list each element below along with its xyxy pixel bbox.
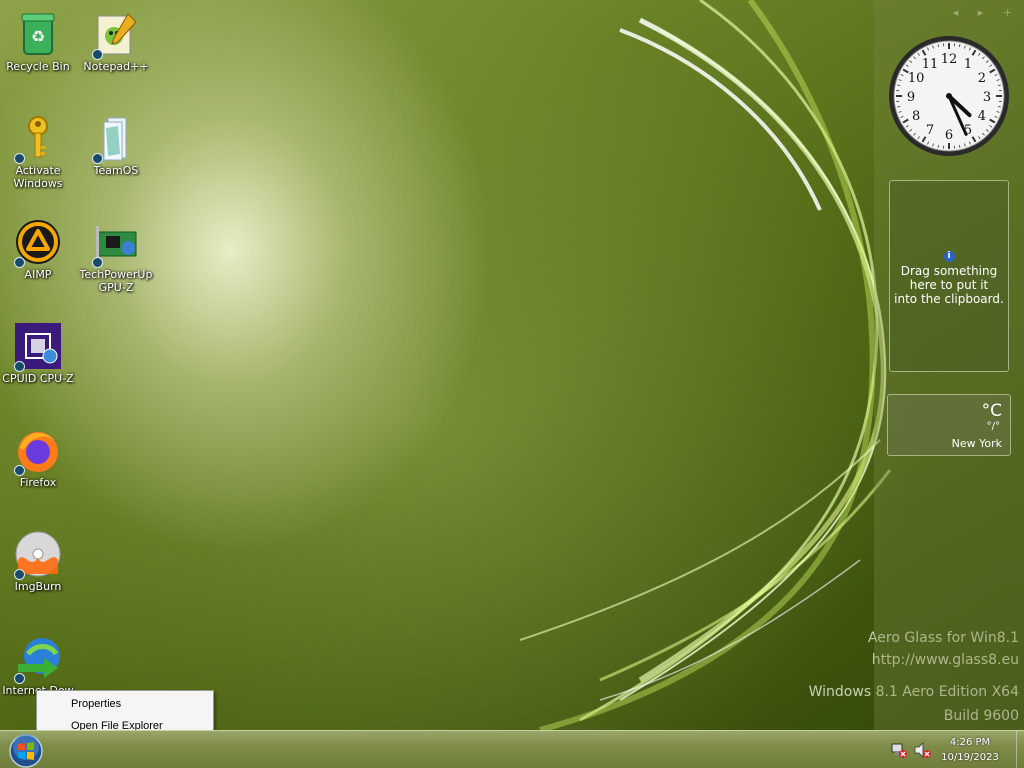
desktop-icon-label: Recycle Bin (6, 60, 70, 73)
clock-numeral: 11 (922, 57, 939, 72)
desktop-icon-firefox[interactable]: Firefox (0, 420, 76, 489)
clock-numeral: 2 (978, 71, 986, 86)
taskbar-time: 4:26 PM (949, 737, 991, 748)
clock-numeral: 6 (945, 128, 953, 143)
clock-numeral: 8 (912, 109, 920, 124)
info-icon: i (943, 251, 955, 262)
desktop-icon-aimp[interactable]: AIMP (0, 212, 76, 281)
clock-numeral: 1 (964, 57, 972, 72)
shortcut-overlay-icon (14, 465, 25, 476)
taskbar-clock[interactable]: 4:26 PM 10/19/2023 (930, 735, 1010, 765)
gpu-z-icon (92, 218, 140, 268)
firefox-icon (14, 426, 62, 476)
weather-high-low: °/° (986, 421, 1000, 432)
clipboard-text-3: into the clipboard. (894, 292, 1004, 306)
desktop-icon-cpu-z[interactable]: CPUID CPU-Z (0, 316, 76, 385)
svg-text:♻: ♻ (31, 27, 45, 46)
clock-numeral: 7 (926, 123, 934, 138)
shortcut-overlay-icon (14, 153, 25, 164)
shortcut-overlay-icon (92, 49, 103, 60)
clipboard-text-1: Drag something (900, 264, 998, 278)
taskbar: 4:26 PM 10/19/2023 (0, 730, 1024, 768)
shortcut-overlay-icon (14, 361, 25, 372)
clipboard-gadget[interactable]: i Drag something here to put it into the… (889, 180, 1009, 372)
cpu-z-icon (14, 322, 62, 372)
desktop-icon-label: CPUID CPU-Z (2, 372, 74, 385)
network-disconnected-icon[interactable] (890, 741, 908, 759)
desktop-icon-internet-download-manager[interactable]: Internet Dow (0, 628, 76, 697)
shortcut-overlay-icon (92, 153, 103, 164)
desktop-icon-label: Activate Windows (13, 164, 63, 190)
show-desktop-button[interactable] (1016, 731, 1024, 768)
aimp-icon (14, 218, 62, 268)
teamos-icon (92, 114, 140, 164)
desktop-icon-teamos[interactable]: TeamOS (78, 108, 154, 177)
shortcut-overlay-icon (14, 569, 25, 580)
clock-numeral: 4 (978, 109, 986, 124)
desktop-icon-label: AIMP (24, 268, 52, 281)
clock-numeral: 12 (941, 52, 958, 67)
clipboard-text-2: here to put it (909, 278, 989, 292)
internet-download-manager-icon (14, 634, 62, 684)
desktop-icon-gpu-z[interactable]: TechPowerUp GPU-Z (78, 212, 154, 294)
desktop-icon-label: TeamOS (93, 164, 139, 177)
imgburn-icon (14, 530, 62, 580)
clock-gadget[interactable]: 1234567891011 12 (887, 34, 1011, 158)
desktop-icon-label: Notepad++ (83, 60, 149, 73)
desktop-icon-activate-windows[interactable]: Activate Windows (0, 108, 76, 190)
desktop-icon-recycle-bin[interactable]: ♻ Recycle Bin (0, 4, 76, 73)
clock-numeral: 10 (908, 71, 925, 86)
desktop-icon-label: TechPowerUp GPU-Z (79, 268, 153, 294)
desktop-icon-notepad-plus-plus[interactable]: Notepad++ (78, 4, 154, 73)
desktop-icon-label: ImgBurn (14, 580, 62, 593)
shortcut-overlay-icon (14, 673, 25, 684)
weather-temperature: °C (981, 401, 1002, 421)
clock-numeral: 9 (907, 90, 915, 105)
menu-item-properties[interactable]: Properties (39, 694, 211, 714)
key-icon (14, 114, 62, 164)
speaker-muted-icon[interactable] (913, 741, 931, 759)
desktop-icon-label: Firefox (19, 476, 57, 489)
weather-city: New York (951, 437, 1002, 450)
desktop-icon-imgburn[interactable]: ImgBurn (0, 524, 76, 593)
start-button[interactable] (8, 733, 44, 768)
notepad-plus-plus-icon (92, 10, 140, 60)
taskbar-date: 10/19/2023 (941, 752, 999, 763)
shortcut-overlay-icon (14, 257, 25, 268)
weather-gadget[interactable]: °C °/° New York (887, 394, 1011, 456)
desktop[interactable]: ♻ Recycle Bin Notepad++ Activate Windows… (0, 0, 1024, 730)
recycle-bin-icon: ♻ (14, 10, 62, 58)
clock-numeral: 3 (983, 90, 991, 105)
shortcut-overlay-icon (92, 257, 103, 268)
sidebar-controls[interactable]: ◂ ▸ + (953, 6, 1020, 19)
